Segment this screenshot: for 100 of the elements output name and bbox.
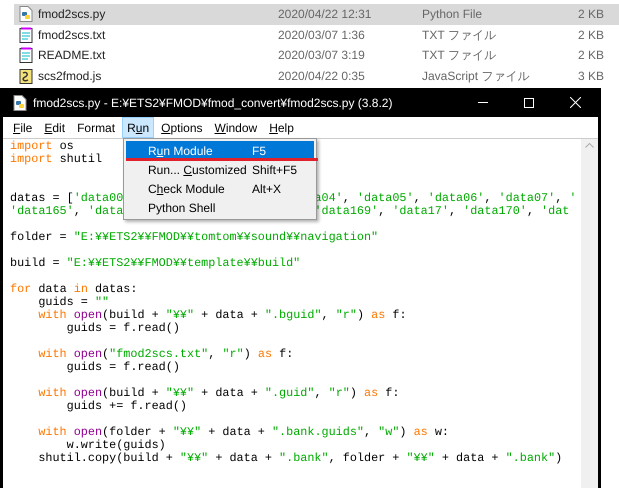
- window-title: fmod2scs.py - E:¥ETS2¥FMOD¥fmod_convert¥fmod2scs.py (3.8.2): [33, 94, 394, 112]
- menu-item[interactable]: File: [8, 117, 38, 138]
- code-text: datas = [: [10, 191, 74, 205]
- code-keyword: as: [371, 308, 386, 322]
- code-builtin: open: [74, 308, 102, 322]
- code-string: 'data165': [10, 204, 74, 218]
- code-text: (build +: [102, 308, 160, 322]
- code-text: ): [350, 386, 358, 400]
- file-type: TXT ファイル: [422, 47, 497, 64]
- code-string: 'data: [88, 204, 124, 218]
- code-text: guids = f.read(): [66, 321, 180, 335]
- code-keyword: for: [10, 282, 32, 296]
- code-text: + data +: [200, 308, 259, 322]
- code-text: + data +: [200, 386, 259, 400]
- code-string: "r": [222, 347, 244, 361]
- menu-item[interactable]: Options: [156, 117, 208, 138]
- menu-item[interactable]: Run: [122, 117, 154, 138]
- code-text: datas:: [94, 282, 138, 296]
- code-string: 'data169': [314, 204, 378, 218]
- code-builtin: open: [74, 425, 102, 439]
- code-text: ,: [414, 191, 422, 205]
- code-text: ,: [322, 308, 330, 322]
- code-text: ): [356, 308, 366, 322]
- code-keyword: as: [258, 347, 272, 361]
- code-text: ,: [526, 204, 535, 218]
- python-file-icon: [13, 94, 27, 110]
- file-type: JavaScript ファイル: [422, 68, 530, 85]
- file-row[interactable]: scs2fmod.js 2020/04/22 0:35 JavaScript ファイル 3 KB: [14, 66, 619, 86]
- dropdown-menu-item[interactable]: Python Shell: [126, 198, 314, 217]
- code-keyword: with: [38, 425, 67, 439]
- code-string: ".bank": [279, 451, 329, 465]
- code-text: + data +: [207, 425, 266, 439]
- code-text: shutil.copy(build +: [37, 451, 174, 465]
- script-file-icon: [19, 68, 33, 84]
- code-text: ,: [342, 191, 351, 205]
- file-name: scs2fmod.js: [38, 68, 102, 85]
- code-string: ': [569, 191, 576, 205]
- code-text: w:: [434, 425, 450, 439]
- code-string: "¥¥": [406, 451, 435, 465]
- dropdown-menu-item[interactable]: Check Module Alt+X: [126, 179, 314, 198]
- minimize-icon: [478, 102, 488, 103]
- file-row[interactable]: fmod2scs.py 2020/04/22 12:31 Python File 2 KB: [14, 4, 619, 24]
- code-keyword: with: [38, 308, 67, 322]
- file-name: fmod2scs.py: [38, 6, 106, 24]
- menu-item[interactable]: Window: [210, 117, 262, 138]
- code-text: ,: [364, 425, 372, 439]
- notepad-file-icon: [19, 47, 33, 64]
- dropdown-menu-item[interactable]: Run... Customized Shift+F5: [126, 160, 314, 179]
- code-keyword: with: [38, 347, 67, 361]
- code-text: ,: [484, 191, 492, 205]
- code-text: ,: [378, 204, 386, 218]
- code-string: ".guid": [264, 386, 314, 400]
- code-text: os: [58, 139, 74, 153]
- code-keyword: in: [74, 282, 88, 296]
- code-keyword: as: [414, 425, 428, 439]
- code-text: ): [555, 451, 562, 465]
- code-text: (build +: [102, 386, 160, 400]
- file-size: 2 KB: [576, 6, 604, 24]
- code-string: 'data00: [74, 191, 124, 205]
- code-text: f:: [384, 386, 400, 400]
- code-string: ".bank": [506, 451, 556, 465]
- file-date: 2020/04/22 0:35: [278, 68, 366, 85]
- code-text: ,: [314, 386, 323, 400]
- code-text: f:: [391, 308, 407, 322]
- code-text: ,: [555, 191, 564, 205]
- code-keyword: import: [10, 139, 52, 153]
- code-string: "w": [378, 425, 400, 439]
- file-size: 2 KB: [576, 47, 604, 64]
- menu-item[interactable]: Edit: [39, 117, 70, 138]
- shortcut-text: Shift+F5: [252, 162, 298, 178]
- code-string: 'data17': [392, 204, 449, 218]
- code-string: "¥¥": [180, 451, 208, 465]
- file-type: Python File: [422, 6, 484, 24]
- code-builtin: open: [74, 347, 102, 361]
- code-text: ,: [208, 347, 216, 361]
- code-text: guids =: [37, 295, 89, 309]
- code-builtin: open: [74, 386, 102, 400]
- code-string: "r": [336, 308, 357, 322]
- vertical-scrollbar[interactable]: [581, 139, 598, 488]
- file-date: 2020/03/07 3:19: [278, 47, 366, 64]
- menu-item[interactable]: Format: [72, 117, 120, 138]
- file-row[interactable]: fmod2scs.txt 2020/03/07 1:36 TXT ファイル 2 KB: [14, 24, 619, 45]
- file-date: 2020/03/07 1:36: [278, 26, 366, 44]
- code-text: data: [37, 282, 68, 296]
- code-string: "": [94, 295, 110, 309]
- code-string: "¥¥": [166, 308, 194, 322]
- notepad-file-icon: [19, 26, 33, 43]
- code-string: ".bank.guids": [272, 425, 364, 439]
- menu-item[interactable]: Help: [264, 117, 299, 138]
- file-row[interactable]: README.txt 2020/03/07 3:19 TXT ファイル 2 KB: [14, 45, 619, 66]
- scroll-up-icon: [585, 143, 594, 148]
- python-file-icon: [19, 6, 33, 22]
- code-text: f:: [278, 347, 294, 361]
- code-keyword: import: [10, 152, 52, 166]
- file-name: README.txt: [38, 47, 106, 64]
- code-text: , folder +: [328, 451, 400, 465]
- code-text: + data +: [440, 451, 500, 465]
- code-text: ,: [448, 204, 458, 218]
- file-date: 2020/04/22 12:31: [278, 6, 372, 24]
- code-text: build =: [10, 256, 61, 270]
